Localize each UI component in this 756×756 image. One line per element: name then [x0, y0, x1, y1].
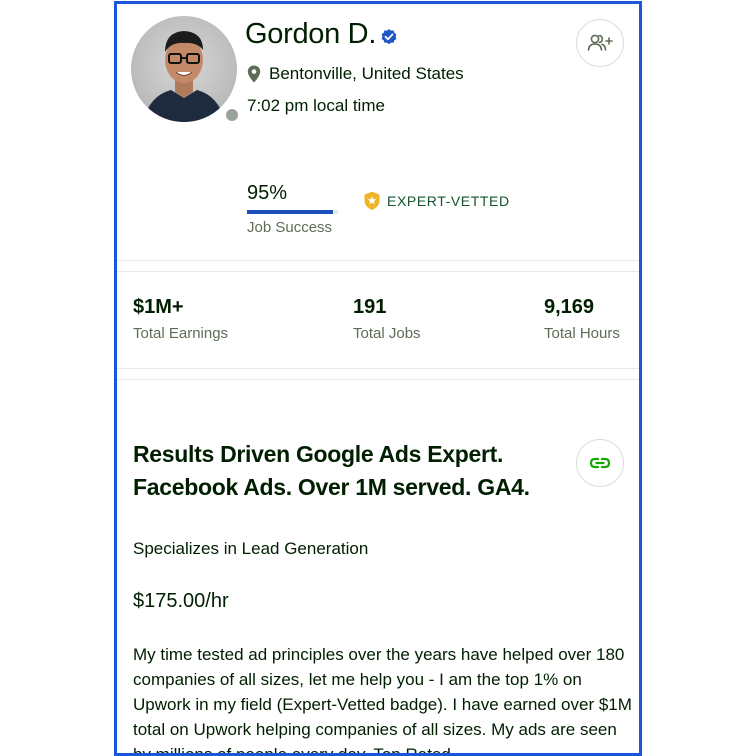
profile-description: My time tested ad principles over the ye…	[133, 645, 632, 756]
profile-name: Gordon D.	[245, 18, 398, 51]
link-icon	[589, 457, 611, 469]
job-success-label: Job Success	[247, 219, 333, 236]
profile-headline: Results Driven Google Ads Expert. Facebo…	[133, 441, 530, 500]
hourly-rate: $175.00/hr	[133, 590, 229, 612]
profile-card-frame: Gordon D. Bentonville, United States 7:0…	[114, 1, 642, 756]
local-time: 7:02 pm local time	[247, 96, 385, 115]
expert-vetted-label: EXPERT-VETTED	[387, 193, 510, 209]
section-divider	[117, 260, 639, 272]
avatar[interactable]	[131, 16, 237, 122]
stat-value: 9,169	[544, 296, 595, 318]
verified-check-icon	[380, 21, 398, 44]
status-indicator	[224, 107, 240, 123]
stat-label: Total Jobs	[353, 325, 421, 342]
location: Bentonville, United States	[247, 64, 464, 84]
stat-total-earnings: $1M+ Total Earnings	[133, 296, 228, 342]
specialization: Specializes in Lead Generation	[133, 539, 369, 558]
copy-link-button[interactable]	[576, 439, 624, 487]
stat-value: $1M+	[133, 296, 184, 318]
section-divider	[117, 368, 639, 380]
stat-total-jobs: 191 Total Jobs	[353, 296, 421, 342]
stat-label: Total Earnings	[133, 325, 229, 342]
stat-label: Total Hours	[544, 325, 620, 342]
job-success-percent: 95%	[247, 182, 288, 204]
location-text: Bentonville, United States	[269, 64, 464, 83]
stat-total-hours: 9,169 Total Hours	[544, 296, 620, 342]
expert-vetted-badge[interactable]: EXPERT-VETTED	[363, 191, 510, 211]
add-user-icon	[587, 34, 613, 51]
job-success-bar-fill	[247, 210, 334, 214]
job-success-bar	[247, 210, 338, 214]
add-to-team-button[interactable]	[576, 19, 624, 67]
shield-star-icon	[364, 191, 380, 210]
map-pin-icon	[247, 65, 261, 83]
stat-value: 191	[353, 296, 387, 318]
profile-name-text: Gordon D.	[245, 18, 377, 50]
avatar-container	[131, 16, 240, 123]
